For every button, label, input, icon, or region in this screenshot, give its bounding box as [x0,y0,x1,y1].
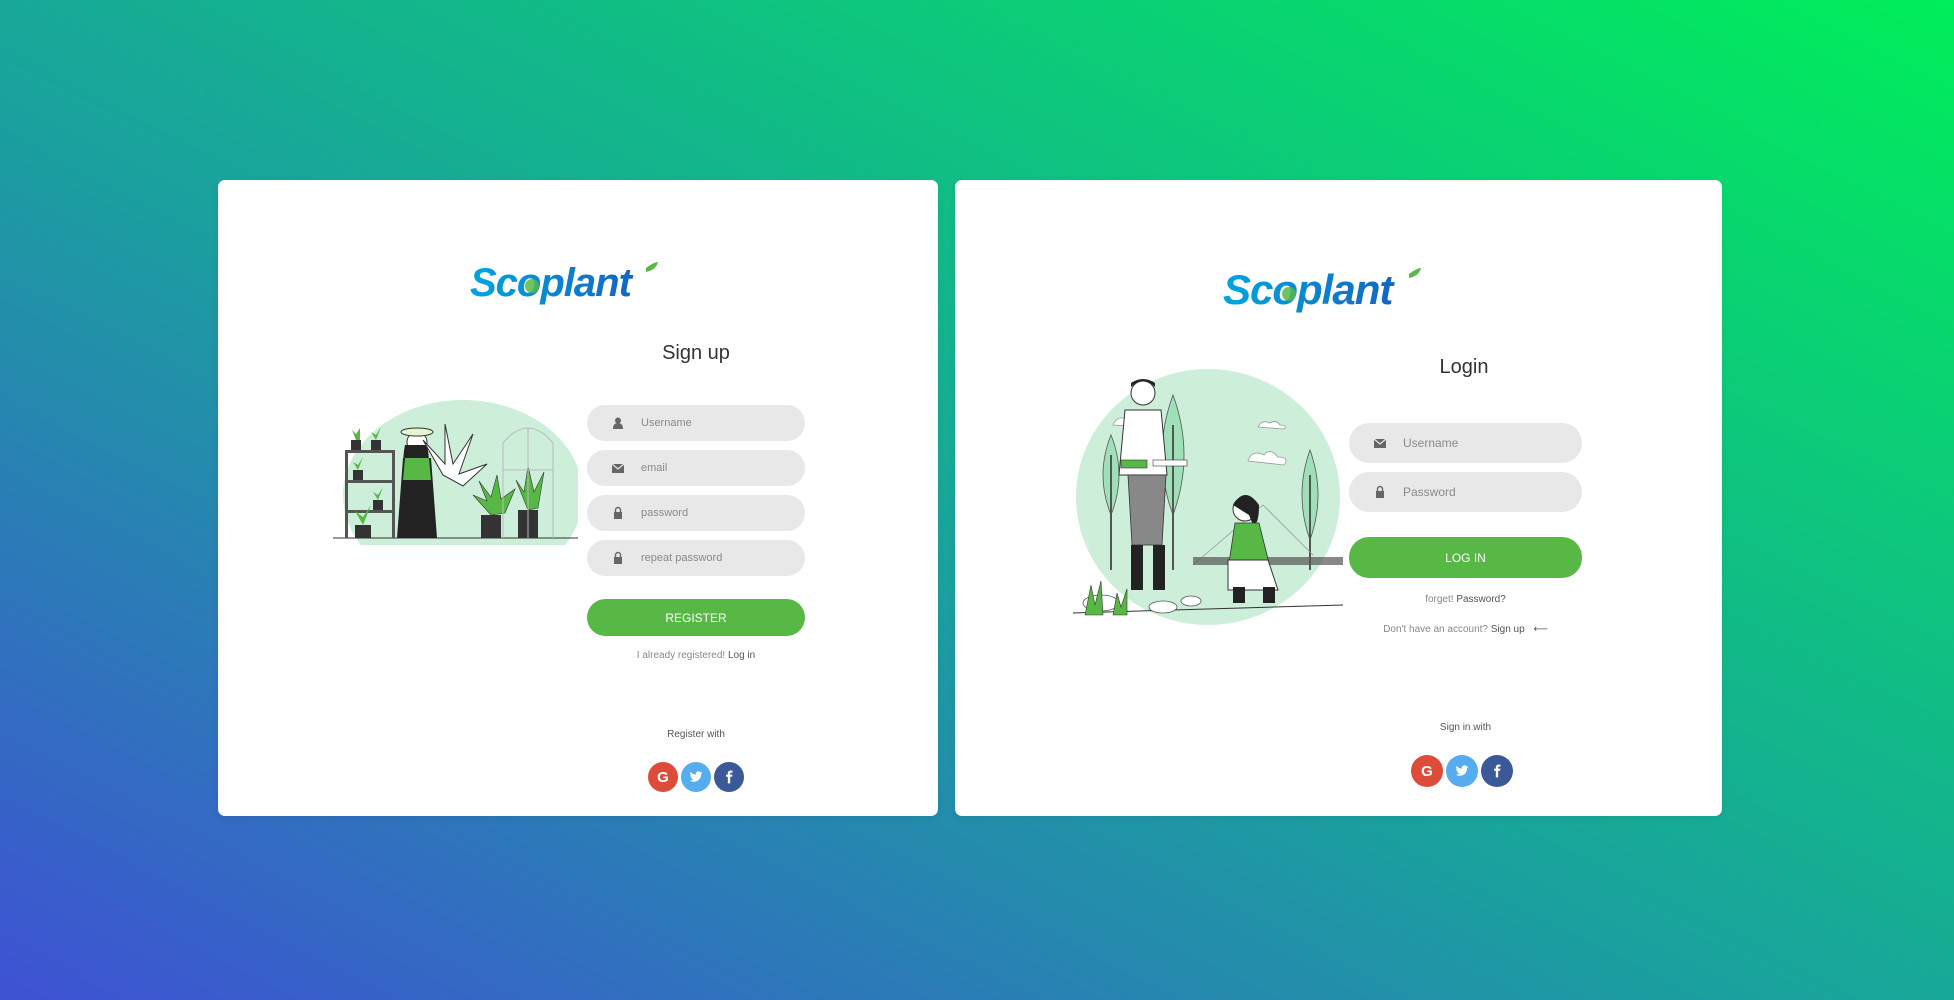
envelope-icon [1373,438,1387,448]
email-field[interactable] [587,450,805,486]
login-username-field[interactable] [1349,423,1582,463]
twitter-button[interactable] [681,762,711,792]
register-button[interactable]: REGISTER [587,599,805,636]
lock-icon [1376,485,1384,498]
brand-logo: Scoplant [470,260,660,312]
google-button[interactable]: G [1411,755,1443,787]
gardener-plants-illustration-icon [333,400,583,590]
login-social-buttons: G [1411,755,1513,787]
email-input[interactable] [641,462,805,474]
login-username-input[interactable] [1403,436,1582,450]
already-registered-label: I already registered! [636,650,726,661]
repeat-password-field[interactable] [587,540,805,576]
login-button[interactable]: LOG IN [1349,537,1582,578]
gardening-illustration [333,400,583,590]
lock-icon [614,551,622,564]
logo-wordmark: Scoplant [470,261,634,305]
google-icon: G [1421,762,1433,780]
already-registered-text: I already registered! Log in [587,650,805,661]
password-input[interactable] [641,507,805,519]
facebook-icon [1494,764,1501,778]
login-card: Scoplant Login Username LOG IN forget! P… [955,180,1722,816]
forget-label: forget! [1425,594,1454,605]
google-icon: G [657,768,669,786]
login-title: Login [1439,356,1489,378]
researchers-nature-illustration-icon [1072,369,1344,625]
lock-icon [614,506,622,519]
forget-password-text: forget! Password? [1349,594,1582,605]
login-password-field[interactable] [1349,472,1582,512]
signup-link[interactable]: Sign up [1491,624,1525,635]
envelope-icon [611,463,625,473]
twitter-icon [689,771,703,782]
brand-logo: Scoplant [1223,266,1423,320]
signup-title: Sign up [662,342,730,364]
signup-card: Scoplant Sign up Username email REGISTER… [218,180,938,816]
login-password-input[interactable] [1403,485,1582,499]
signup-social-buttons: G [648,762,744,792]
repeat-password-input[interactable] [641,552,805,564]
no-account-text: Don't have an account? Sign up ⟵ [1349,624,1582,635]
facebook-icon [726,770,733,784]
username-input[interactable] [641,417,805,429]
forgot-password-link[interactable]: Password? [1456,594,1505,605]
arrow-left-icon: ⟵ [1533,624,1548,635]
scoplant-logo-icon: Scoplant [1223,266,1421,313]
sign-in-with-label: Sign in with [1439,722,1492,733]
no-account-label: Don't have an account? [1383,624,1488,635]
facebook-button[interactable] [1481,755,1513,787]
facebook-button[interactable] [714,762,744,792]
register-with-label: Register with [667,729,725,740]
login-link[interactable]: Log in [728,650,755,661]
scoplant-logo-icon: Scoplant [470,261,658,305]
password-field[interactable] [587,495,805,531]
username-field[interactable] [587,405,805,441]
google-button[interactable]: G [648,762,678,792]
user-icon [613,417,623,429]
twitter-icon [1455,765,1469,776]
logo-wordmark: Scoplant [1223,266,1395,313]
field-research-illustration [1072,365,1344,630]
twitter-button[interactable] [1446,755,1478,787]
